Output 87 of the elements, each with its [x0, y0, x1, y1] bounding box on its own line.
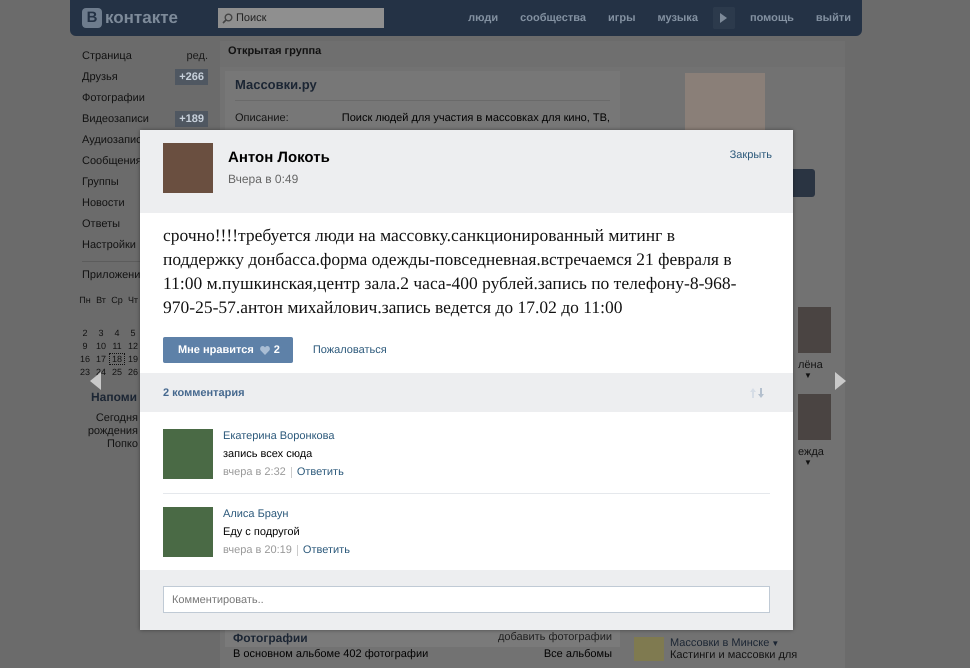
- calendar-day[interactable]: 2: [78, 328, 92, 338]
- description-label: Описание:: [235, 112, 290, 124]
- group-name: Массовки.ру: [235, 77, 610, 101]
- friend-name[interactable]: ежда: [798, 446, 824, 458]
- albums-link[interactable]: Все альбомы: [544, 648, 612, 660]
- weekday-label: Пн: [78, 294, 92, 304]
- close-link[interactable]: Закрыть: [730, 149, 772, 163]
- next-arrow-icon: [834, 372, 846, 390]
- group-description: Кастинги и массовки для: [670, 649, 798, 661]
- author-name[interactable]: Антон Локоть: [228, 149, 330, 166]
- comment-text: запись всех сюда: [223, 448, 314, 460]
- calendar-day[interactable]: 9: [78, 340, 92, 350]
- friend-photo[interactable]: [798, 394, 831, 440]
- calendar-day[interactable]: 16: [78, 354, 92, 364]
- calendar-day[interactable]: 12: [126, 340, 140, 350]
- calendar-day[interactable]: 10: [94, 340, 108, 350]
- reminder-text: рождения: [86, 425, 138, 438]
- reminder-text: Сегодня: [94, 412, 138, 425]
- like-button[interactable]: Мне нравится 2: [163, 337, 293, 363]
- comments-count: 2 комментария: [163, 386, 245, 398]
- logo-text[interactable]: контакте: [105, 8, 178, 28]
- heart-icon: [260, 346, 270, 354]
- avatar-photo[interactable]: [163, 429, 213, 479]
- nav-link[interactable]: помощь: [738, 12, 805, 24]
- comment-author[interactable]: Алиса Браун: [223, 508, 350, 520]
- reply-link[interactable]: Ответить: [296, 466, 344, 478]
- post-time: Вчера в 0:49: [228, 172, 300, 186]
- weekday-label: Чт: [126, 294, 140, 304]
- count-badge: +266: [175, 68, 208, 84]
- sidebar-item[interactable]: Видеозаписи: [82, 112, 149, 124]
- report-link[interactable]: Пожаловаться: [312, 344, 387, 356]
- sidebar-item[interactable]: Сообщения: [82, 154, 142, 166]
- edit-link[interactable]: ред.: [186, 50, 208, 62]
- comment-author[interactable]: Екатерина Воронкова: [223, 430, 344, 442]
- comment-time: вчера в 2:32: [223, 466, 286, 478]
- sidebar-item[interactable]: Новости: [82, 196, 125, 208]
- group-thumbnail[interactable]: [634, 637, 664, 661]
- search-icon: [222, 13, 233, 24]
- caret-icon[interactable]: ▼: [804, 371, 812, 380]
- avatar-photo[interactable]: [163, 143, 213, 193]
- friend-name[interactable]: лёна: [798, 359, 823, 371]
- photos-title: Фотографии: [233, 631, 308, 645]
- calendar-day[interactable]: 17: [94, 354, 108, 364]
- calendar-day[interactable]: 3: [94, 328, 108, 338]
- search-field[interactable]: Поиск: [218, 8, 384, 28]
- friend-photo[interactable]: [798, 307, 831, 353]
- calendar-day[interactable]: 4: [110, 328, 124, 338]
- logo-letter[interactable]: В: [82, 8, 102, 28]
- calendar-day[interactable]: 26: [126, 366, 140, 376]
- caret-icon[interactable]: ▼: [804, 458, 812, 467]
- weekday-label: Вт: [95, 294, 107, 304]
- reminder-title: Напоми: [91, 390, 138, 404]
- play-button[interactable]: [712, 7, 735, 29]
- nav-link[interactable]: сообщества: [509, 12, 598, 24]
- sidebar-item[interactable]: Группы: [82, 176, 119, 188]
- nav-link[interactable]: люди: [457, 12, 510, 24]
- comment-field[interactable]: Комментировать..: [163, 586, 770, 613]
- nav-link[interactable]: выйти: [804, 12, 862, 24]
- comment-text: Еду с подругой: [223, 526, 301, 538]
- group-link[interactable]: Массовки в Минске: [670, 637, 770, 649]
- play-icon[interactable]: [720, 13, 728, 23]
- calendar-day[interactable]: 23: [78, 366, 92, 376]
- post-text: срочно!!!!требуется люди на массовку.санкционированный митинг в поддержку донбасса.форма одежды-повседневная.встречаемся 21 февраля в 11:00 м.пушкинская,центр зала.2 часа-400 рублей.запись по телефону-8-968-970-25-57.антон михайлович.запись ведется до 17.02 до 11:00: [163, 224, 738, 319]
- caret-icon[interactable]: ▼: [771, 638, 780, 648]
- reply-link[interactable]: Ответить: [302, 544, 350, 556]
- comment-time: вчера в 20:19: [223, 544, 292, 556]
- sidebar-item[interactable]: Аудиозапис: [82, 134, 142, 146]
- sidebar-item[interactable]: Страница: [82, 50, 132, 62]
- calendar-day[interactable]: 11: [110, 340, 124, 350]
- calendar-day[interactable]: 18: [110, 354, 124, 364]
- sidebar-item[interactable]: Фотографии: [82, 92, 145, 104]
- sidebar-item[interactable]: Ответы: [82, 218, 120, 230]
- calendar-day[interactable]: 25: [110, 366, 124, 376]
- add-photos-link[interactable]: добавить фотографии: [498, 631, 612, 645]
- sort-icon: [749, 386, 765, 398]
- avatar-photo[interactable]: [163, 507, 213, 557]
- description-text: Поиск людей для участия в массовках для кино, ТВ,: [342, 112, 610, 124]
- reminder-text: Попко: [106, 438, 138, 451]
- calendar-day[interactable]: 19: [126, 354, 140, 364]
- nav-link[interactable]: музыка: [646, 12, 709, 24]
- sidebar-item[interactable]: Настройки: [82, 238, 136, 250]
- nav-link[interactable]: игры: [597, 12, 646, 24]
- weekday-label: Ср: [110, 294, 124, 304]
- count-badge: +189: [175, 110, 208, 126]
- album-info: В основном альбоме 402 фотографии: [233, 648, 428, 660]
- sidebar-item[interactable]: Друзья: [82, 70, 118, 82]
- calendar-day[interactable]: 5: [126, 328, 140, 338]
